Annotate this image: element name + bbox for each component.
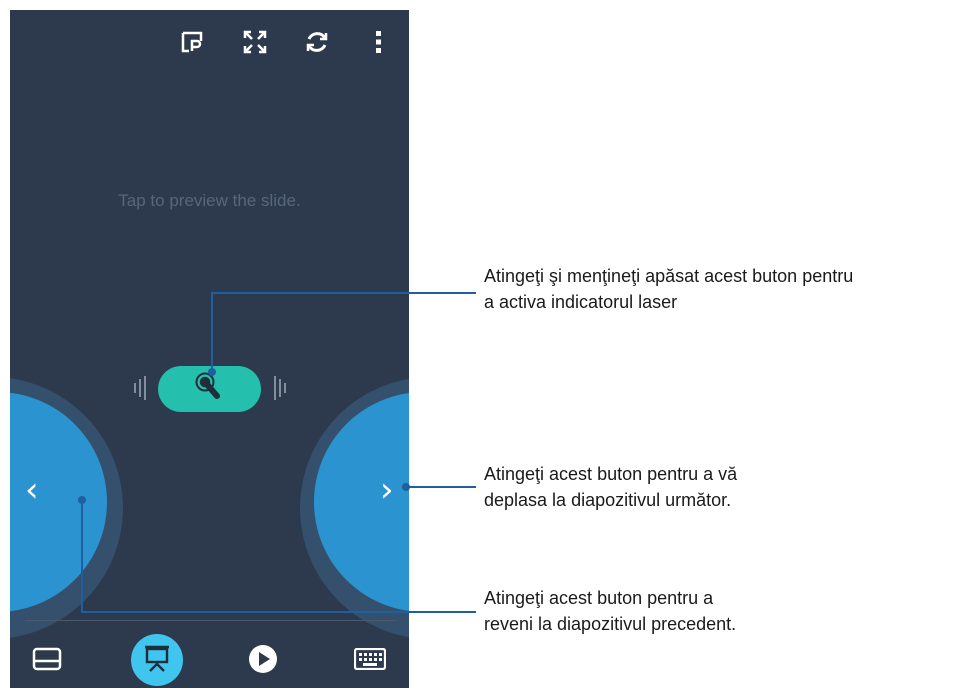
bottom-divider xyxy=(25,620,396,621)
chevron-right-icon: › xyxy=(380,470,394,510)
more-vert-icon[interactable] xyxy=(364,27,394,57)
laser-pointer-button[interactable] xyxy=(158,366,261,412)
fullscreen-icon[interactable] xyxy=(240,27,270,57)
slide-preview-area[interactable]: Tap to preview the slide. xyxy=(10,191,409,211)
presentation-icon xyxy=(142,643,172,677)
vibration-left-icon xyxy=(132,373,148,407)
refresh-icon[interactable] xyxy=(302,27,332,57)
laser-callout-line1: Atingeţi şi menţineţi apăsat acest buton… xyxy=(484,266,854,286)
next-callout-line1: Atingeţi acest buton pentru a vă xyxy=(484,464,738,484)
play-icon[interactable] xyxy=(241,637,285,681)
vibration-right-icon xyxy=(272,373,288,407)
next-callout-line2: deplasa la diapozitivul următor. xyxy=(484,490,732,510)
touchpad-icon[interactable] xyxy=(25,637,69,681)
laser-callout-line2: a activa indicatorul laser xyxy=(484,292,678,312)
prev-callout-line2: reveni la diapozitivul precedent. xyxy=(484,614,737,634)
laser-callout: Atingeţi şi menţineţi apăsat acest buton… xyxy=(484,263,853,315)
laser-pointer-icon xyxy=(194,371,226,407)
presenter-view-icon[interactable] xyxy=(177,27,207,57)
chevron-left-icon: ‹ xyxy=(25,470,39,510)
prev-callout-line1: Atingeţi acest buton pentru a xyxy=(484,588,714,608)
next-slide-callout: Atingeţi acest buton pentru a vă deplasa… xyxy=(484,461,737,513)
remote-screen: Tap to preview the slide. ‹ › xyxy=(10,10,409,688)
keyboard-icon[interactable] xyxy=(348,637,392,681)
presentation-tab[interactable] xyxy=(131,634,183,686)
previous-slide-callout: Atingeţi acest buton pentru a reveni la … xyxy=(484,585,736,637)
